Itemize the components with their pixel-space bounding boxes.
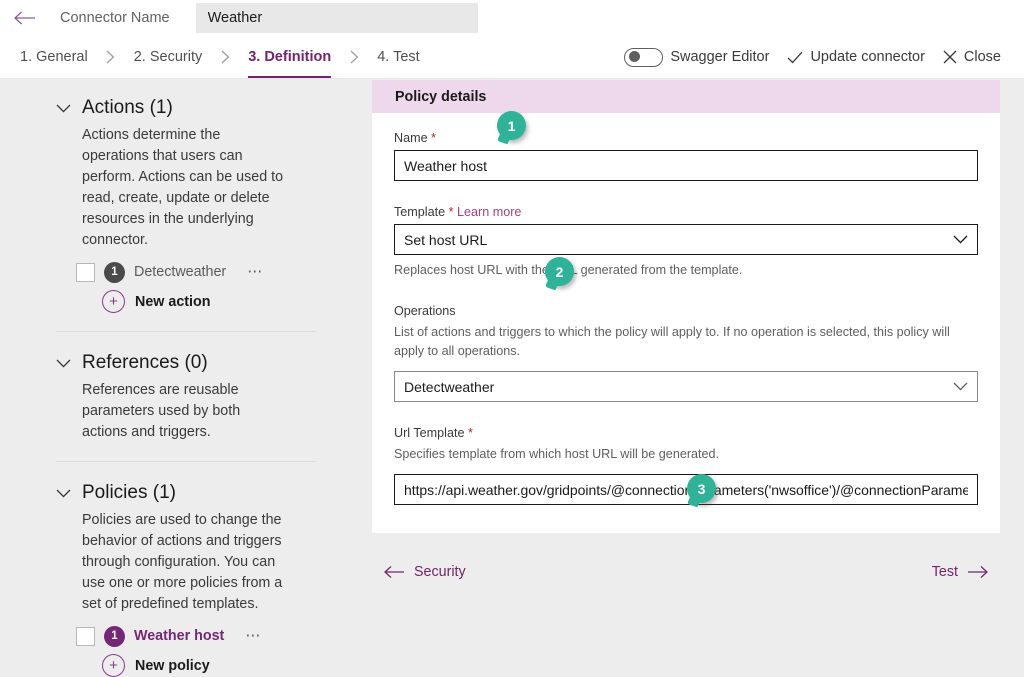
checkmark-icon [787,51,803,64]
name-label-text: Name [394,131,428,145]
section-actions-header[interactable]: Actions (1) [56,97,316,119]
required-asterisk: * [449,205,454,219]
wizard-steps: 1. General 2. Security 3. Definition 4. … [0,36,426,78]
policy-details-panel: Policy details Name * Template * Learn m… [372,80,1000,533]
required-asterisk: * [431,131,436,145]
item-label: Detectweather [134,264,226,280]
update-connector-button[interactable]: Update connector [778,36,933,78]
new-policy-button[interactable]: + New policy [102,654,316,677]
wizard-bar: 1. General 2. Security 3. Definition 4. … [0,36,1024,79]
swagger-editor-toggle[interactable] [624,48,663,67]
next-step-link[interactable]: Test [932,564,988,580]
item-number-badge: 1 [104,262,125,283]
plus-circle-icon: + [102,654,125,677]
section-references-description: References are reusable parameters used … [82,380,288,443]
bottom-navigation: Security Test [372,564,1000,580]
item-label: Weather host [134,628,224,644]
name-field-label: Name * [394,131,978,145]
template-hint: Replaces host URL with the URL generated… [394,261,978,280]
back-arrow-icon[interactable] [12,5,38,31]
policy-details-body: Name * Template * Learn more Set host UR… [372,113,1000,533]
new-policy-label: New policy [135,658,210,674]
operations-label-text: Operations [394,304,456,318]
close-button[interactable]: Close [934,36,1010,78]
swagger-editor-label: Swagger Editor [670,49,769,65]
callout-badge-1: 1 [497,111,526,140]
section-references-header[interactable]: References (0) [56,352,316,374]
policy-details-header: Policy details [372,80,1000,113]
section-actions-title: Actions (1) [82,97,173,119]
close-icon [943,50,957,64]
previous-step-label: Security [414,564,466,580]
chevron-down-icon [56,359,72,368]
learn-more-link[interactable]: Learn more [457,205,521,219]
tab-test[interactable]: 4. Test [371,36,425,78]
url-template-field-label: Url Template * [394,426,978,440]
list-item[interactable]: 1 Detectweather ⋯ [76,257,316,287]
tab-security[interactable]: 2. Security [128,36,209,78]
section-references-title: References (0) [82,352,208,374]
item-checkbox[interactable] [76,627,95,646]
item-checkbox[interactable] [76,263,95,282]
template-dropdown[interactable]: Set host URL [394,224,978,255]
operations-dropdown[interactable]: Detectweather [394,371,978,402]
operations-selected-value: Detectweather [404,379,494,395]
operations-field-label: Operations [394,304,978,318]
template-label-text: Template [394,205,445,219]
chevron-right-icon [94,36,128,78]
ellipsis-icon[interactable]: ⋯ [245,632,262,640]
close-label: Close [964,49,1001,65]
operations-hint: List of actions and triggers to which th… [394,323,978,361]
section-actions-description: Actions determine the operations that us… [82,125,288,251]
previous-step-link[interactable]: Security [384,564,466,580]
arrow-right-icon [967,565,988,579]
tab-definition[interactable]: 3. Definition [242,36,337,78]
update-connector-label: Update connector [810,49,924,65]
plus-circle-icon: + [102,290,125,313]
section-policies-title: Policies (1) [82,482,176,504]
section-references: References (0) References are reusable p… [0,352,356,443]
chevron-down-icon [56,104,72,113]
url-template-label-text: Url Template [394,426,464,440]
swagger-editor-toggle-group[interactable]: Swagger Editor [615,36,778,78]
template-field-label: Template * Learn more [394,205,978,219]
connector-name-input[interactable] [196,3,478,33]
chevron-right-icon [337,36,371,78]
chevron-down-icon [953,235,968,244]
section-policies-description: Policies are used to change the behavior… [82,510,288,615]
toggle-knob [629,51,640,62]
chevron-right-icon [208,36,242,78]
next-step-label: Test [932,564,958,580]
new-action-button[interactable]: + New action [102,290,316,313]
connector-name-label: Connector Name [60,10,170,26]
sidebar-divider-2 [56,461,316,462]
url-template-input[interactable] [394,474,978,505]
ellipsis-icon[interactable]: ⋯ [247,268,264,276]
item-number-badge: 1 [104,626,125,647]
section-policies: Policies (1) Policies are used to change… [0,482,356,677]
content-area: Actions (1) Actions determine the operat… [0,79,1024,664]
url-template-hint: Specifies template from which host URL w… [394,445,978,464]
section-policies-header[interactable]: Policies (1) [56,482,316,504]
arrow-left-icon [384,565,405,579]
tab-general[interactable]: 1. General [14,36,94,78]
template-selected-value: Set host URL [404,232,487,248]
callout-badge-3: 3 [687,474,716,503]
required-asterisk: * [468,426,473,440]
top-bar: Connector Name [0,0,1024,36]
list-item[interactable]: 1 Weather host ⋯ [76,621,316,651]
definition-sidebar: Actions (1) Actions determine the operat… [0,79,356,677]
new-action-label: New action [135,294,210,310]
callout-badge-2: 2 [545,257,574,286]
name-input[interactable] [394,150,978,181]
wizard-toolbar: Swagger Editor Update connector Close [615,36,1024,78]
section-actions: Actions (1) Actions determine the operat… [0,97,356,313]
chevron-down-icon [953,382,968,391]
chevron-down-icon [56,489,72,498]
panel-title: Policy details [395,89,486,105]
sidebar-divider-1 [56,331,316,332]
